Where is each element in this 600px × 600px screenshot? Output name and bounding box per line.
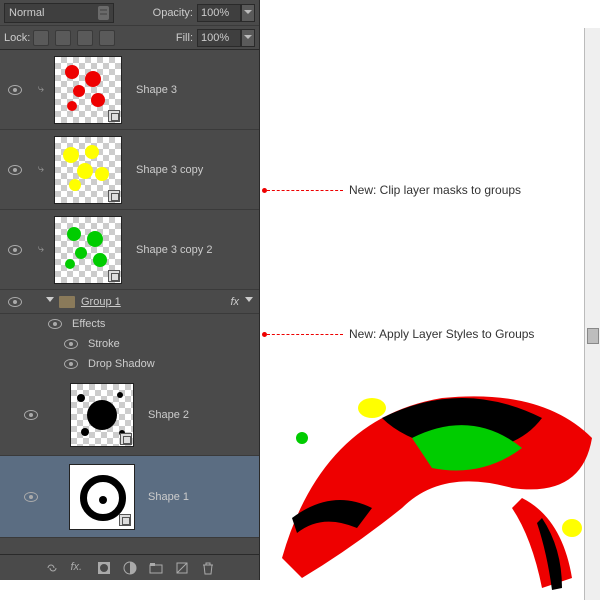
- layer-thumbnail[interactable]: [54, 136, 122, 204]
- blend-mode-value: Normal: [9, 7, 44, 19]
- fx-expand-icon[interactable]: [245, 297, 253, 306]
- fx-icon[interactable]: fx.: [71, 561, 85, 575]
- panel-bottom-bar: fx.: [0, 554, 259, 580]
- effect-name: Drop Shadow: [88, 358, 155, 370]
- new-layer-icon[interactable]: [175, 561, 189, 575]
- folder-icon: [59, 296, 75, 308]
- fill-input[interactable]: 100%: [197, 29, 241, 47]
- visibility-toggle[interactable]: [8, 245, 22, 255]
- effect-item[interactable]: Stroke: [0, 334, 259, 354]
- callout: New: Apply Layer Styles to Groups: [262, 326, 534, 342]
- visibility-toggle[interactable]: [8, 297, 22, 307]
- visibility-toggle[interactable]: [64, 339, 78, 349]
- lock-row: Lock: Fill: 100%: [0, 26, 259, 50]
- layers-list: ⤷ Shape 3 ⤷ Shape 3 copy: [0, 50, 259, 554]
- layer-name[interactable]: Shape 3: [136, 84, 177, 96]
- effect-name: Stroke: [88, 338, 120, 350]
- layer-thumbnail[interactable]: [54, 216, 122, 284]
- callout: New: Clip layer masks to groups: [262, 182, 521, 198]
- visibility-toggle[interactable]: [8, 165, 22, 175]
- layer-row[interactable]: Shape 2: [0, 374, 259, 456]
- layer-row[interactable]: ⤷ Shape 3: [0, 50, 259, 130]
- effects-row[interactable]: Effects: [0, 314, 259, 334]
- visibility-toggle[interactable]: [64, 359, 78, 369]
- lock-label: Lock:: [4, 32, 30, 44]
- layer-name[interactable]: Shape 2: [148, 409, 189, 421]
- visibility-toggle[interactable]: [48, 319, 62, 329]
- layer-row[interactable]: ⤷ Shape 3 copy: [0, 130, 259, 210]
- group-row[interactable]: Group 1 fx: [0, 290, 259, 314]
- effects-label: Effects: [72, 318, 105, 330]
- clip-indicator-icon: ⤷: [36, 163, 46, 176]
- opacity-dropdown[interactable]: [241, 4, 255, 22]
- canvas-artwork: [262, 378, 600, 600]
- layers-panel: Normal Opacity: 100% Lock: Fill: 100% ⤷: [0, 0, 260, 580]
- lock-position-icon[interactable]: [77, 30, 93, 46]
- visibility-toggle[interactable]: [8, 85, 22, 95]
- expand-toggle-icon[interactable]: [46, 297, 54, 306]
- group-icon[interactable]: [149, 561, 163, 575]
- vector-mask-icon: [108, 190, 120, 202]
- lock-pixels-icon[interactable]: [55, 30, 71, 46]
- fill-dropdown[interactable]: [241, 29, 255, 47]
- fx-badge[interactable]: fx: [230, 296, 239, 308]
- vector-mask-icon: [108, 110, 120, 122]
- vector-mask-icon: [120, 433, 132, 445]
- adjustment-icon[interactable]: [123, 561, 137, 575]
- effect-item[interactable]: Drop Shadow: [0, 354, 259, 374]
- vector-mask-icon: [119, 514, 131, 526]
- callout-text: New: Clip layer masks to groups: [349, 183, 521, 197]
- layer-name[interactable]: Shape 1: [148, 491, 189, 503]
- blend-mode-select[interactable]: Normal: [4, 3, 114, 23]
- layer-name[interactable]: Shape 3 copy: [136, 164, 203, 176]
- vector-mask-icon: [108, 270, 120, 282]
- dropdown-icon: [98, 6, 109, 20]
- clip-indicator-icon: ⤷: [36, 83, 46, 96]
- visibility-toggle[interactable]: [24, 410, 38, 420]
- layer-row[interactable]: Shape 1: [0, 456, 259, 538]
- blend-row: Normal Opacity: 100%: [0, 0, 259, 26]
- opacity-input[interactable]: 100%: [197, 4, 241, 22]
- callout-text: New: Apply Layer Styles to Groups: [349, 327, 534, 341]
- fill-label: Fill:: [176, 32, 193, 44]
- mask-icon[interactable]: [97, 561, 111, 575]
- scrollbar-thumb[interactable]: [587, 328, 599, 344]
- link-layers-icon[interactable]: [45, 561, 59, 575]
- lock-all-icon[interactable]: [99, 30, 115, 46]
- layer-thumbnail[interactable]: [70, 465, 134, 529]
- layer-thumbnail[interactable]: [70, 383, 134, 447]
- trash-icon[interactable]: [201, 561, 215, 575]
- opacity-label: Opacity:: [153, 7, 193, 19]
- visibility-toggle[interactable]: [24, 492, 38, 502]
- lock-transparency-icon[interactable]: [33, 30, 49, 46]
- clip-indicator-icon: ⤷: [36, 243, 46, 256]
- layer-name[interactable]: Shape 3 copy 2: [136, 244, 212, 256]
- layer-row[interactable]: ⤷ Shape 3 copy 2: [0, 210, 259, 290]
- group-name[interactable]: Group 1: [81, 296, 121, 308]
- layer-thumbnail[interactable]: [54, 56, 122, 124]
